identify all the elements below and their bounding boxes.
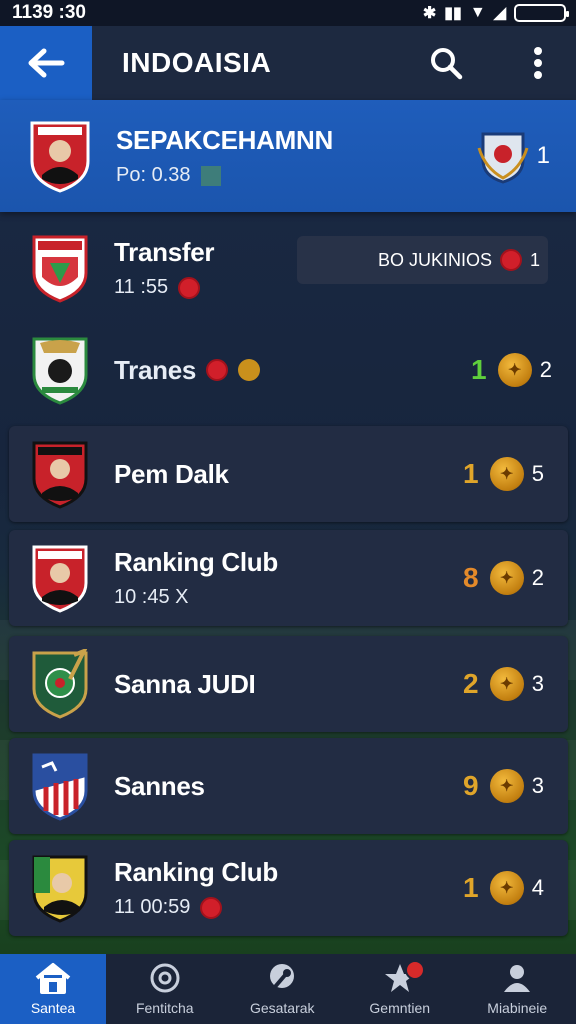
coin-icon: ✦ [489,561,524,595]
transfer-chip-count: 1 [529,249,540,270]
red-badge-icon [499,249,522,271]
club-time: 11 :55 [114,276,169,298]
club-points: 8 [462,562,479,593]
club-name: Pem Dalk [114,458,229,489]
club-rank: 5 [531,461,544,486]
nav-item-tools[interactable]: Gesatarak [224,954,342,1024]
app-bar: INDOAISIA [0,26,576,100]
back-button[interactable] [0,26,92,100]
club-points: 9 [462,770,479,801]
club-time: 11 00:59 [114,896,191,918]
club-rank: 4 [531,875,544,900]
square-icon [200,165,221,186]
club-crest-icon [32,545,88,613]
nav-label: Gesatarak [249,1000,315,1016]
list-item[interactable]: Ranking Club 10 :45 X 8 ✦ 2 [9,530,568,626]
search-icon [431,48,463,80]
club-crest-icon [30,121,90,193]
club-crest-icon [32,337,88,405]
club-crest-icon [32,649,88,719]
club-crest-icon [32,235,88,303]
bottom-navigation: Santea Fentitcha Gesatarak Gemntien Miab… [0,954,576,1024]
club-name: Ranking Club [114,547,278,577]
featured-club-points: Po: 0.38 [116,164,191,186]
status-icons: ✱ ▮▮ ▼ ◢ [422,3,569,23]
transfer-chip-label: BO JUKINIOS [377,249,492,270]
wifi-icon: ▼ [469,4,486,21]
club-points: 1 [462,458,479,489]
club-crest-icon [32,441,88,509]
nav-label: Santea [30,1000,76,1016]
list-item[interactable]: Sanna JUDI 2 ✦ 3 [9,636,568,732]
club-time: 10 :45 X [114,586,189,608]
coin-icon: ✦ [497,353,532,387]
red-badge-icon [206,359,229,381]
coin-icon: ✦ [489,871,524,905]
fixture-icon [150,963,180,993]
club-points: 1 [470,354,487,385]
club-crest-icon [32,753,88,821]
profile-icon [504,965,531,992]
club-rank: 3 [531,671,544,696]
transfer-chip[interactable]: BO JUKINIOS 1 [297,236,548,284]
gold-emblem-icon [238,359,261,381]
featured-club-name: SEPAKCEHAMNN [116,125,333,155]
emblem-icon [477,132,529,184]
list-item[interactable]: Ranking Club 11 00:59 1 ✦ 4 [9,840,568,936]
nav-label: Fentitcha [135,1000,194,1016]
nav-label: Gemntien [369,1000,431,1016]
club-crest-icon [32,855,88,923]
status-bar: 1139 :30 ✱ ▮▮ ▼ ◢ [0,0,576,26]
signal-icon: ▮▮ [444,5,462,22]
club-name: Sanna JUDI [114,668,256,699]
nav-item-fixtures[interactable]: Fentitcha [106,954,224,1024]
nav-item-home[interactable]: Santea [0,954,106,1024]
list-item[interactable]: Tranes 1 ✦ 2 [0,318,576,422]
club-rank: 2 [539,357,552,382]
home-icon [35,963,71,994]
list-item[interactable]: Sannes 9 ✦ 3 [9,738,568,834]
coin-icon: ✦ [489,457,524,491]
red-badge-icon [178,276,201,299]
coin-icon: ✦ [489,769,524,803]
club-name: Tranes [114,354,197,385]
club-points: 1 [462,872,479,903]
status-time: 1139 :30 [12,2,86,23]
notification-badge [404,960,425,980]
arrow-left-icon [28,48,65,78]
featured-club-rank: 1 [536,142,550,169]
cell-signal-icon: ◢ [493,5,506,22]
more-button[interactable] [512,37,564,89]
club-points: 2 [462,668,479,699]
battery-icon [514,4,569,22]
club-rank: 3 [531,773,544,798]
search-button[interactable] [420,37,472,89]
more-vertical-icon [534,47,542,79]
club-rank: 2 [531,565,544,590]
tools-icon [270,964,295,990]
list-item[interactable]: Pem Dalk 1 ✦ 5 [9,426,568,522]
coin-icon: ✦ [489,667,524,701]
red-badge-icon [200,896,223,919]
club-name: Sannes [114,770,205,801]
featured-club-row[interactable]: SEPAKCEHAMNN Po: 0.38 1 [0,100,576,212]
nav-item-profile[interactable]: Miabineie [459,954,576,1024]
bluetooth-icon: ✱ [422,5,437,22]
page-title: INDOAISIA [122,47,272,78]
nav-label: Miabineie [487,1000,548,1016]
nav-item-favorites[interactable]: Gemntien [341,954,459,1024]
club-name: Ranking Club [114,857,278,887]
